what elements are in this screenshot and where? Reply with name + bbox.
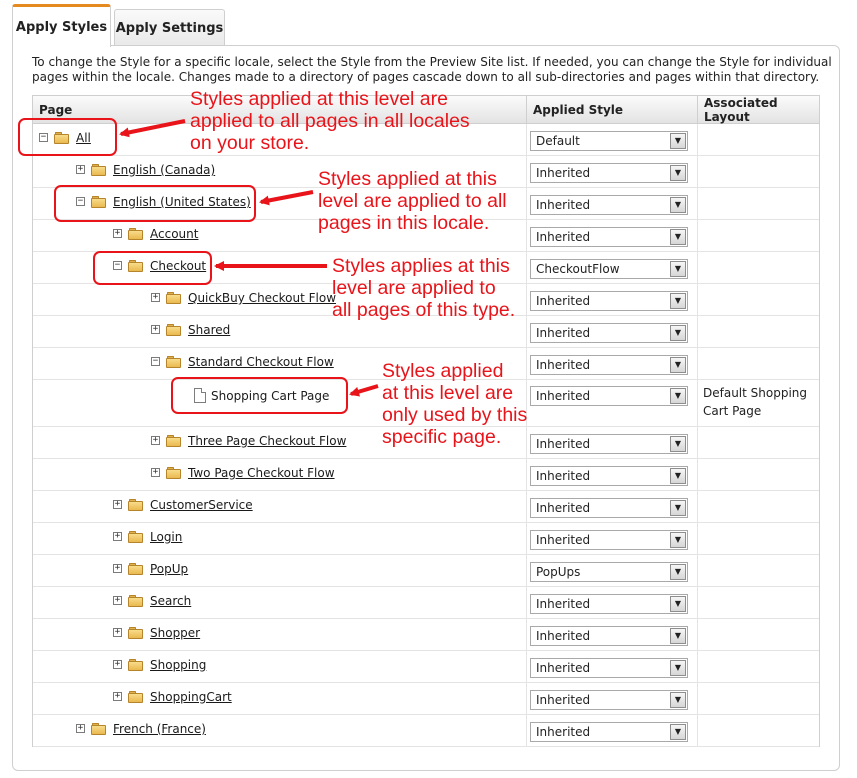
- arrow-to-shopping-cart-page: [349, 384, 379, 397]
- tab-apply-styles[interactable]: Apply Styles: [12, 4, 111, 47]
- arrow-to-english-us: [259, 190, 314, 206]
- annotation-arrows: [119, 119, 379, 397]
- arrow-to-all: [119, 119, 186, 138]
